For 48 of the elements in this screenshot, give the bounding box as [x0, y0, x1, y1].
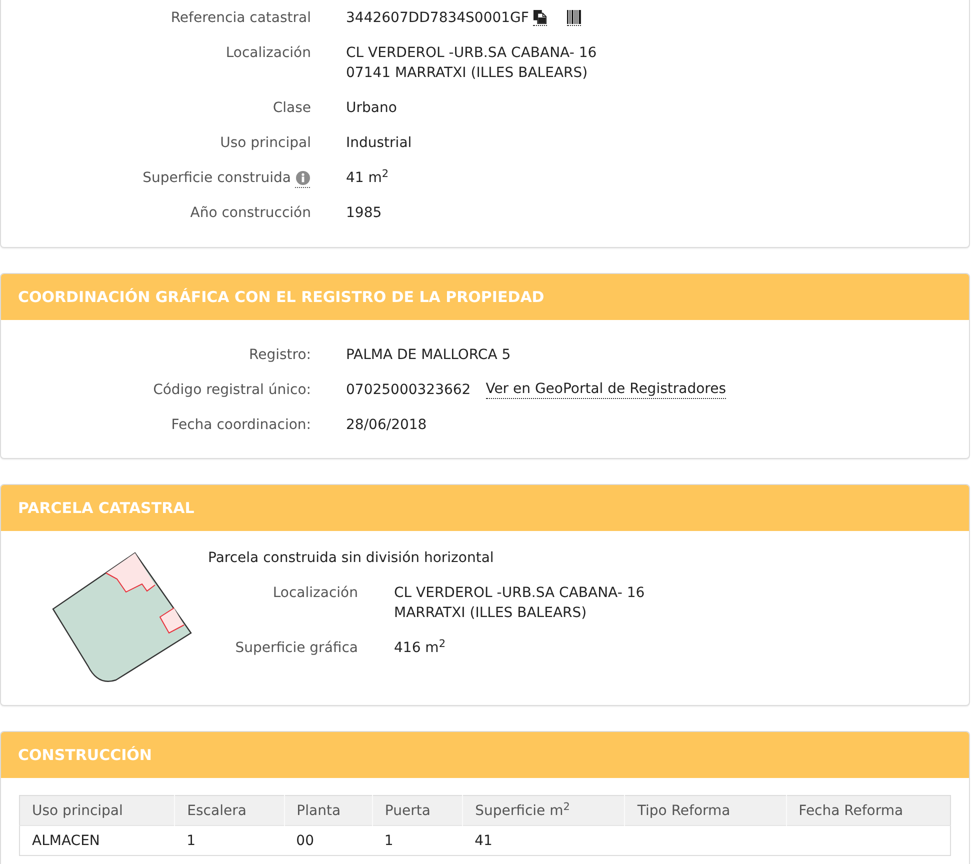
field-label: Referencia catastral	[170, 9, 311, 28]
column-header: Puerta	[372, 796, 463, 826]
field-label: Superficie gráfica	[235, 639, 358, 658]
field-value: 3442607DD7834S0001GF	[346, 9, 529, 28]
barcode-icon	[566, 10, 581, 24]
column-header: Fecha Reforma	[786, 796, 950, 826]
field-value: Industrial	[346, 134, 412, 153]
table-cell: 1	[372, 826, 463, 856]
building-footprint	[159, 608, 184, 634]
info-icon[interactable]	[295, 170, 311, 188]
field-value: 1985	[346, 204, 382, 223]
address-line: CL VERDEROL -URB.SA CABANA- 16	[346, 44, 597, 63]
field-label: Localización	[272, 584, 358, 603]
field-label: Código registral único:	[153, 381, 311, 400]
field-value: PALMA DE MALLORCA 5	[346, 346, 511, 365]
column-header: Superficie m$^{2}$	[462, 796, 625, 826]
section-title: COORDINACIÓN GRÁFICA CON EL REGISTRO DE LA PROPIEDAD	[18, 288, 544, 306]
field-label: Clase	[272, 99, 311, 118]
field-value: 41 m$^{2}$	[346, 168, 389, 188]
field-label: Localización	[226, 44, 311, 63]
address-line: MARRATXI (ILLES BALEARS)	[394, 604, 587, 623]
copy-icon	[532, 10, 547, 24]
table-cell: ALMACEN	[20, 826, 175, 856]
column-header: Planta	[284, 796, 372, 826]
field-value: 416 m$^{2}$	[394, 638, 446, 658]
column-header: Escalera	[174, 796, 284, 826]
barcode-button[interactable]	[566, 10, 581, 26]
table-cell: 1	[174, 826, 284, 856]
column-header: Tipo Reforma	[624, 796, 786, 826]
field-value: 28/06/2018	[346, 416, 427, 435]
address-line: CL VERDEROL -URB.SA CABANA- 16	[394, 584, 645, 603]
building-footprint	[106, 553, 156, 593]
table-cell: 00	[284, 826, 372, 856]
field-label: Uso principal	[220, 134, 311, 153]
parcel-description: Parcela construida sin división horizontal	[208, 549, 494, 568]
text-link[interactable]: Ver en GeoPortal de Registradores	[486, 381, 726, 399]
field-label: Superficie construida	[142, 169, 291, 188]
table-cell: 41	[462, 826, 625, 856]
field-label: Año construcción	[190, 204, 311, 223]
field-label: Fecha coordinacion:	[171, 416, 311, 435]
address-line: 07141 MARRATXI (ILLES BALEARS)	[346, 64, 588, 83]
field-value: Urbano	[346, 99, 397, 118]
copy-button[interactable]	[532, 10, 547, 26]
field-label: Registro:	[248, 346, 311, 365]
field-value: 07025000323662	[346, 381, 471, 400]
section-title: CONSTRUCCIÓN	[18, 746, 152, 764]
section-title: PARCELA CATASTRAL	[18, 499, 194, 517]
column-header: Uso principal	[20, 796, 175, 826]
